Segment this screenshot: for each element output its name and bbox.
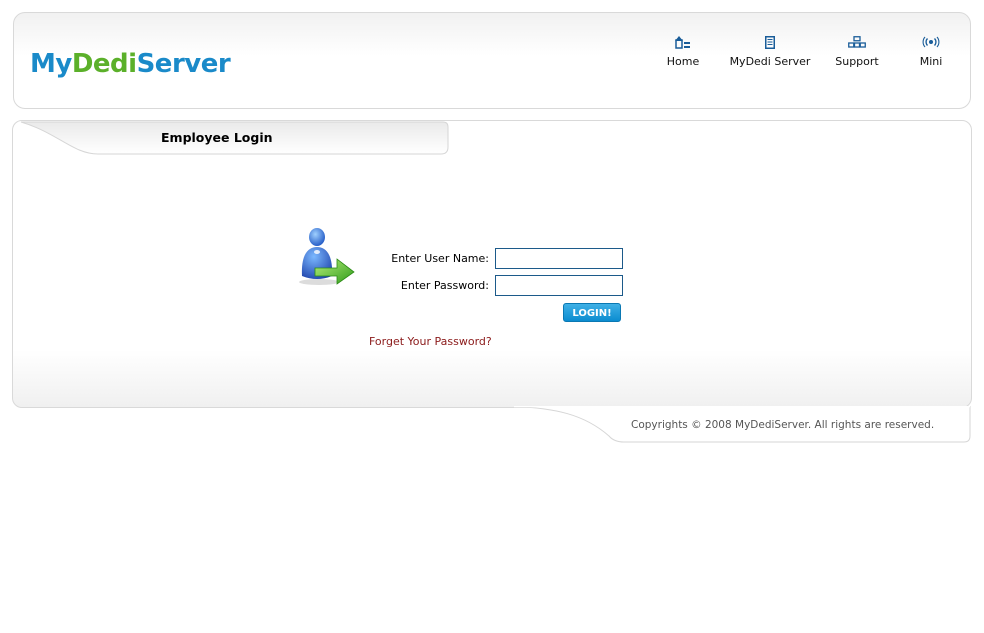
nav-label-mini: Mini xyxy=(919,55,943,68)
username-input[interactable] xyxy=(495,248,623,269)
nav-item-support[interactable]: Support xyxy=(833,36,881,76)
nav-label-mydedi-server: MyDedi Server xyxy=(729,55,811,68)
login-title: Employee Login xyxy=(161,130,273,145)
nav-label-home: Home xyxy=(666,55,700,68)
nav-item-home[interactable]: Home xyxy=(662,36,704,76)
nav-label-support: Support xyxy=(835,55,879,68)
site-logo[interactable]: MyDediServer xyxy=(30,48,231,80)
logo-text-my: My xyxy=(30,49,72,79)
support-icon xyxy=(833,36,881,50)
copyright-text: Copyrights © 2008 MyDediServer. All righ… xyxy=(631,419,935,431)
login-button[interactable]: LOGIN! xyxy=(563,303,621,322)
nav-item-mydedi-server[interactable]: MyDedi Server xyxy=(729,36,811,76)
user-login-icon xyxy=(299,228,355,285)
server-icon xyxy=(729,36,811,50)
logo-text-server: Server xyxy=(136,49,231,79)
mini-icon xyxy=(915,36,947,50)
password-input[interactable] xyxy=(495,275,623,296)
password-label: Enter Password: xyxy=(400,279,489,292)
forgot-password-link[interactable]: Forget Your Password? xyxy=(369,335,492,348)
nav-item-mini[interactable]: Mini xyxy=(915,36,947,76)
username-label: Enter User Name: xyxy=(391,252,489,265)
logo-text-dedi: Dedi xyxy=(71,49,137,79)
login-panel xyxy=(12,120,972,408)
home-icon xyxy=(662,36,704,50)
